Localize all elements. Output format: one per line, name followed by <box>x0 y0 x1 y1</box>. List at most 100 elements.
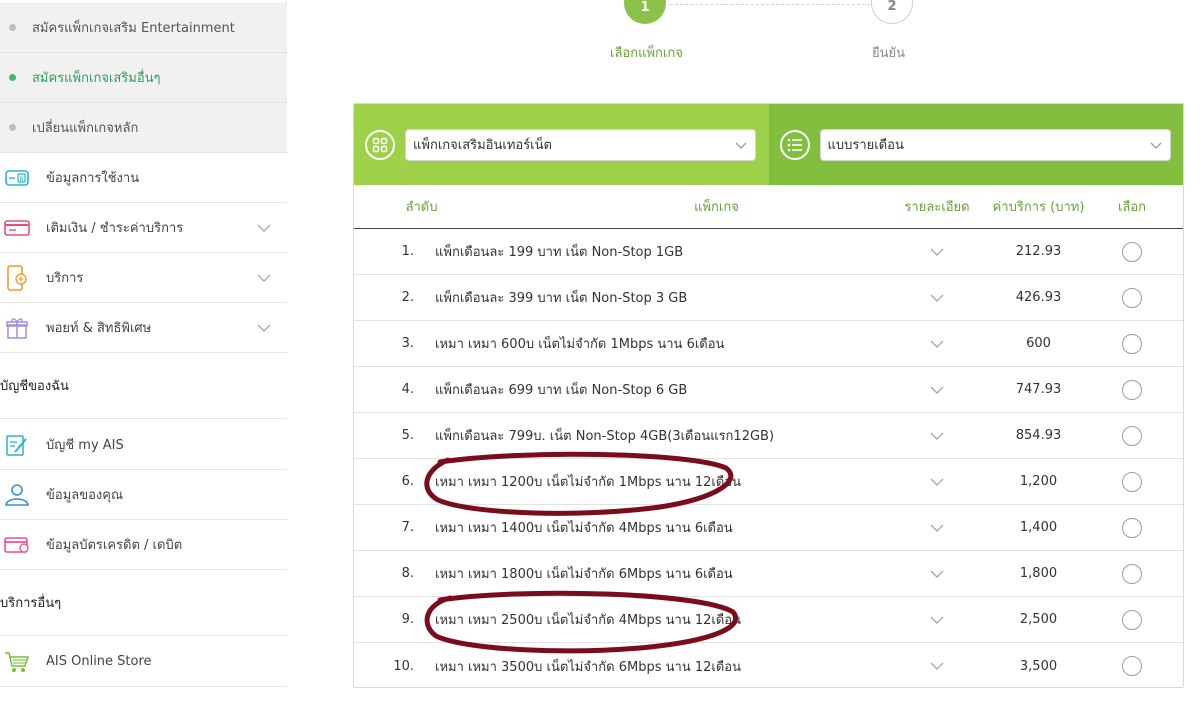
category-select[interactable]: แพ็กเกจเสริมอินเทอร์เน็ต <box>405 128 756 161</box>
chevron-down-icon[interactable] <box>930 339 944 349</box>
step-number: 1 <box>640 0 650 15</box>
bullet-icon <box>9 124 16 131</box>
package-name: เหมา เหมา 600บ เน็ตไม่จำกัด 1Mbps นาน 6เ… <box>435 337 725 352</box>
package-radio[interactable] <box>1122 609 1142 630</box>
row-number: 10. <box>393 658 414 674</box>
row-number: 4. <box>401 382 414 397</box>
sidebar-item-usage[interactable]: B ข้อมูลการใช้งาน <box>0 153 287 203</box>
phone-service-icon <box>4 264 30 291</box>
sidebar-item-credit-card[interactable]: ข้อมูลบัตรเครดิต / เดบิต <box>0 520 287 570</box>
detail-toggle[interactable] <box>894 523 980 533</box>
package-name: เหมา เหมา 2500บ เน็ตไม่จำกัด 4Mbps นาน 1… <box>435 613 741 628</box>
sidebar-item-payment[interactable]: เติมเงิน / ชำระค่าบริการ <box>0 203 287 253</box>
table-row[interactable]: 1. แพ็กเดือนละ 199 บาท เน็ต Non-Stop 1GB 2… <box>354 229 1183 275</box>
sidebar-item-label: AIS Online Store <box>46 654 152 669</box>
package-name: แพ็กเดือนละ 699 บาท เน็ต Non-Stop 6 GB <box>435 383 688 398</box>
package-price: 2,500 <box>1019 612 1058 627</box>
sidebar: สมัครแพ็กเกจเสริม Entertainment สมัครแพ็… <box>0 0 287 703</box>
table-row[interactable]: 6. เหมา เหมา 1200บ เน็ตไม่จำกัด 1Mbps นาน… <box>354 459 1183 505</box>
chevron-down-icon[interactable] <box>257 221 271 235</box>
sidebar-subitem-label: เปลี่ยนแพ็กเกจหลัก <box>32 121 139 136</box>
sidebar-item-label: บัญชี my AIS <box>46 438 124 453</box>
period-filter: แบบรายเดือน <box>768 104 1183 185</box>
detail-toggle[interactable] <box>894 385 980 395</box>
chevron-down-icon[interactable] <box>930 615 944 625</box>
period-select-value: แบบรายเดือน <box>827 138 904 153</box>
grid-icon <box>365 129 395 160</box>
package-radio[interactable] <box>1122 425 1142 446</box>
chevron-down-icon[interactable] <box>930 385 944 395</box>
detail-toggle[interactable] <box>894 569 980 579</box>
sidebar-item-profile[interactable]: ข้อมูลของคุณ <box>0 470 287 520</box>
package-radio[interactable] <box>1122 287 1142 308</box>
bullet-icon <box>9 74 16 81</box>
period-select[interactable]: แบบรายเดือน <box>819 128 1171 161</box>
sidebar-item-label: บริการ <box>46 271 84 286</box>
usage-card-icon: B <box>4 165 30 191</box>
package-name: เหมา เหมา 3500บ เน็ตไม่จำกัด 6Mbps นาน 1… <box>435 659 741 675</box>
chevron-down-icon[interactable] <box>930 477 944 487</box>
table-row[interactable]: 7. เหมา เหมา 1400บ เน็ตไม่จำกัด 4Mbps นาน… <box>354 505 1183 551</box>
section-title: บริการอื่นๆ <box>0 596 62 611</box>
sidebar-item-services[interactable]: บริการ <box>0 253 287 303</box>
table-row[interactable]: 5. แพ็กเดือนละ 799บ. เน็ต Non-Stop 4GB(3เ… <box>354 413 1183 459</box>
section-my-account: บัญชีของฉัน <box>0 353 287 419</box>
table-row[interactable]: 9. เหมา เหมา 2500บ เน็ตไม่จำกัด 4Mbps นาน… <box>354 597 1183 643</box>
table-row[interactable]: 8. เหมา เหมา 1800บ เน็ตไม่จำกัด 6Mbps นาน… <box>354 551 1183 597</box>
chevron-down-icon[interactable] <box>930 293 944 303</box>
table-row[interactable]: 2. แพ็กเดือนละ 399 บาท เน็ต Non-Stop 3 GB… <box>354 275 1183 321</box>
package-radio[interactable] <box>1122 517 1142 538</box>
select-cell <box>1097 517 1167 538</box>
package-price: 212.93 <box>1015 244 1062 259</box>
chevron-down-icon[interactable] <box>930 661 944 671</box>
sidebar-subitem-entertainment[interactable]: สมัครแพ็กเกจเสริม Entertainment <box>0 3 287 53</box>
chevron-down-icon[interactable] <box>930 569 944 579</box>
package-price: 1,200 <box>1019 474 1058 489</box>
svg-text:B: B <box>20 176 24 183</box>
detail-toggle[interactable] <box>894 293 980 303</box>
sidebar-subitem-change-main-package[interactable]: เปลี่ยนแพ็กเกจหลัก <box>0 103 287 153</box>
package-radio[interactable] <box>1122 471 1142 492</box>
header-no: ลำดับ <box>405 200 438 215</box>
package-radio[interactable] <box>1122 333 1142 354</box>
section-title: บัญชีของฉัน <box>0 379 69 394</box>
table-row[interactable]: 4. แพ็กเดือนละ 699 บาท เน็ต Non-Stop 6 GB… <box>354 367 1183 413</box>
table-row[interactable]: 10. เหมา เหมา 3500บ เน็ตไม่จำกัด 6Mbps นา… <box>354 643 1183 687</box>
table-row[interactable]: 3. เหมา เหมา 600บ เน็ตไม่จำกัด 1Mbps นาน … <box>354 321 1183 367</box>
package-price: 3,500 <box>1019 658 1058 674</box>
credit-card-icon <box>4 532 30 558</box>
package-radio[interactable] <box>1122 379 1142 400</box>
header-package: แพ็กเกจ <box>694 200 739 215</box>
sidebar-item-label: ข้อมูลการใช้งาน <box>46 171 140 186</box>
chevron-down-icon[interactable] <box>257 321 271 335</box>
sidebar-item-label: พอยท์ & สิทธิพิเศษ <box>46 321 152 336</box>
sidebar-subitem-other-addons[interactable]: สมัครแพ็กเกจเสริมอื่นๆ <box>0 53 287 103</box>
sidebar-item-online-store[interactable]: AIS Online Store <box>0 637 287 687</box>
detail-toggle[interactable] <box>894 339 980 349</box>
chevron-down-icon[interactable] <box>930 523 944 533</box>
package-price: 747.93 <box>1015 382 1062 397</box>
section-other-services: บริการอื่นๆ <box>0 570 287 636</box>
cart-icon <box>4 649 30 675</box>
chevron-down-icon[interactable] <box>930 431 944 441</box>
package-radio[interactable] <box>1122 241 1142 262</box>
select-cell <box>1097 563 1167 584</box>
row-number: 2. <box>401 290 414 305</box>
package-name: แพ็กเดือนละ 399 บาท เน็ต Non-Stop 3 GB <box>435 291 688 306</box>
detail-toggle[interactable] <box>894 661 980 671</box>
sidebar-item-my-ais-account[interactable]: บัญชี my AIS <box>0 420 287 470</box>
detail-toggle[interactable] <box>894 615 980 625</box>
detail-toggle[interactable] <box>894 431 980 441</box>
step-connector <box>670 4 870 5</box>
chevron-down-icon[interactable] <box>257 271 271 285</box>
chevron-down-icon <box>735 142 747 149</box>
package-radio[interactable] <box>1122 563 1142 584</box>
detail-toggle[interactable] <box>894 247 980 257</box>
sidebar-item-points[interactable]: พอยท์ & สิทธิพิเศษ <box>0 303 287 353</box>
user-icon <box>4 482 30 508</box>
detail-toggle[interactable] <box>894 477 980 487</box>
chevron-down-icon[interactable] <box>930 247 944 257</box>
sidebar-item-label: ข้อมูลบัตรเครดิต / เดบิต <box>46 538 183 553</box>
row-number: 3. <box>401 336 414 351</box>
package-radio[interactable] <box>1122 656 1142 676</box>
